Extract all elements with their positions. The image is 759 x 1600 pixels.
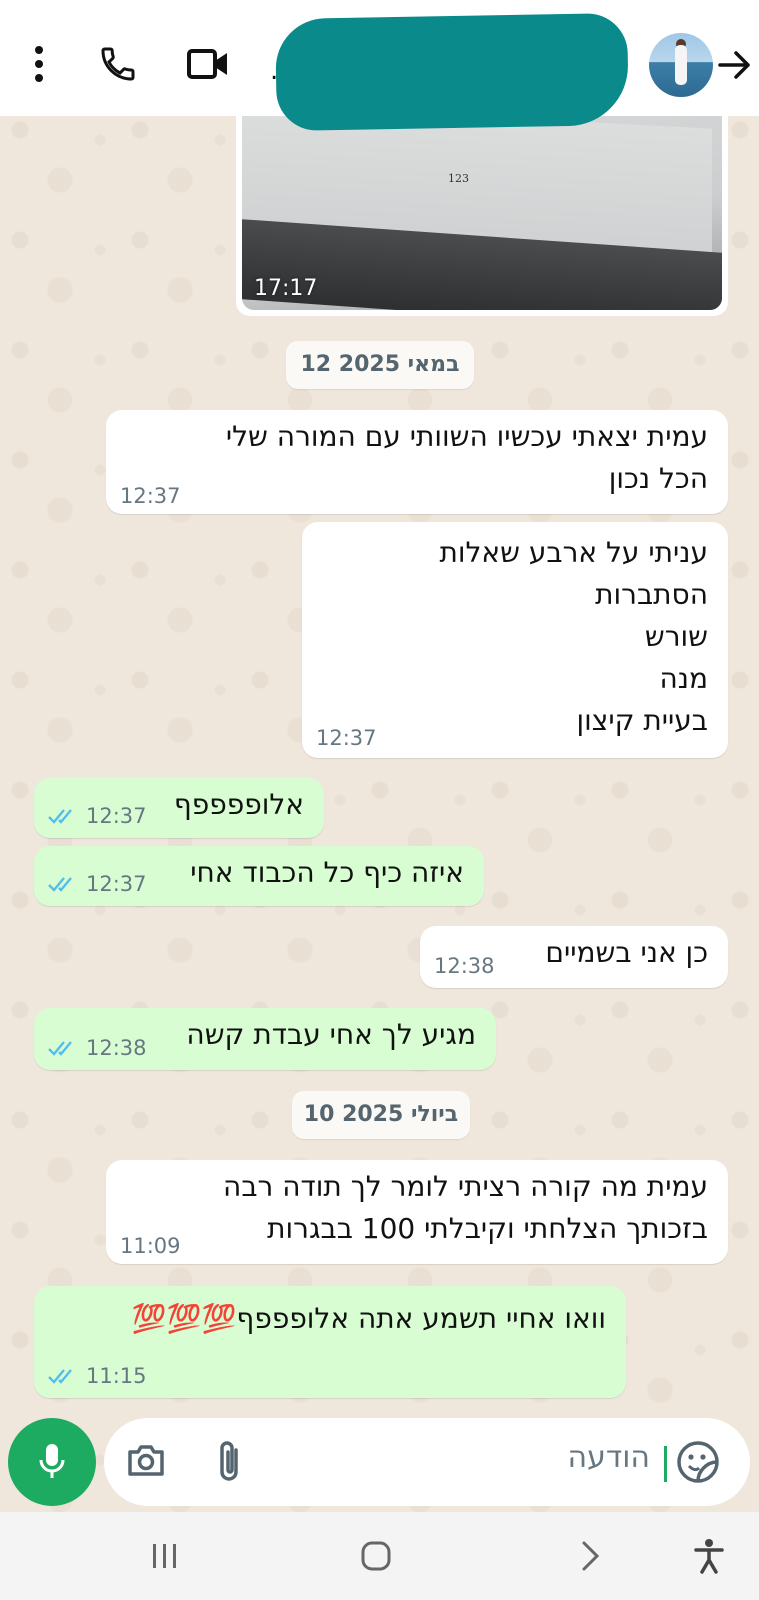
photo-page-number: 123 xyxy=(448,172,469,185)
message-bubble-outgoing[interactable]: וואו אחיי תשמע אתה אלופפפף💯💯💯 11:15 xyxy=(34,1286,626,1398)
camera-icon[interactable] xyxy=(126,1442,166,1478)
message-time: 12:37 xyxy=(316,726,377,750)
image-time: 17:17 xyxy=(254,276,318,301)
message-text: איזה כיף כל הכבוד אחי xyxy=(190,856,464,889)
message-text: עמית יצאתי עכשיו השוותי עם המורה שלי הכל… xyxy=(225,420,708,495)
sticker-icon[interactable] xyxy=(676,1440,720,1484)
back-icon[interactable] xyxy=(580,1540,602,1572)
message-bubble-incoming[interactable]: כן אני בשמיים 12:38 xyxy=(420,926,728,988)
message-time: 12:38 xyxy=(86,1036,147,1060)
phone-icon[interactable] xyxy=(98,44,138,84)
message-bubble-outgoing[interactable]: אלופפפפף 12:37 xyxy=(34,778,324,838)
message-text: אלופפפפף xyxy=(173,788,304,821)
message-text: כן אני בשמיים xyxy=(545,936,708,969)
date-chip: 12 במאי 2025 xyxy=(286,341,474,389)
message-time: 12:38 xyxy=(434,954,495,978)
attach-icon[interactable] xyxy=(214,1438,244,1484)
message-time: 12:37 xyxy=(86,872,147,896)
home-icon[interactable] xyxy=(360,1540,392,1572)
video-icon[interactable] xyxy=(186,46,230,82)
message-bubble-incoming[interactable]: עניתי על ארבע שאלות הסתברות שורש מנה בעי… xyxy=(302,522,728,758)
accessibility-icon[interactable] xyxy=(694,1538,724,1574)
read-ticks-icon xyxy=(48,809,72,824)
message-text: עניתי על ארבע שאלות הסתברות שורש מנה בעי… xyxy=(439,536,708,737)
date-chip: 10 ביולי 2025 xyxy=(292,1091,470,1139)
message-bubble-incoming[interactable]: עמית יצאתי עכשיו השוותי עם המורה שלי הכל… xyxy=(106,410,728,514)
message-bubble-incoming[interactable]: עמית מה קורה רציתי לומר לך תודה רבה בזכו… xyxy=(106,1160,728,1264)
message-time: 11:15 xyxy=(86,1364,147,1388)
text-caret xyxy=(664,1446,667,1482)
read-ticks-icon xyxy=(48,1369,72,1384)
more-vert-icon[interactable] xyxy=(26,44,52,84)
message-text: מגיע לך אחי עבדת קשה xyxy=(186,1018,476,1051)
redacted-contact-name xyxy=(275,12,629,132)
read-ticks-icon xyxy=(48,877,72,892)
message-text: וואו אחיי תשמע אתה אלופפפף💯💯💯 xyxy=(131,1302,606,1335)
system-nav-bar xyxy=(0,1512,759,1600)
message-bubble-outgoing[interactable]: מגיע לך אחי עבדת קשה 12:38 xyxy=(34,1008,496,1070)
mic-icon xyxy=(39,1444,65,1478)
mic-button[interactable] xyxy=(8,1418,96,1506)
message-time: 11:09 xyxy=(120,1234,181,1258)
arrow-right-icon[interactable] xyxy=(718,50,752,80)
message-time: 12:37 xyxy=(86,804,147,828)
message-input[interactable]: הודעה xyxy=(567,1440,650,1475)
read-ticks-icon xyxy=(48,1041,72,1056)
message-bubble-outgoing[interactable]: איזה כיף כל הכבוד אחי 12:37 xyxy=(34,846,484,906)
message-time: 12:37 xyxy=(120,484,181,508)
avatar[interactable] xyxy=(649,33,713,97)
message-input-bar[interactable]: הודעה xyxy=(104,1418,750,1506)
recents-icon[interactable] xyxy=(150,1542,180,1570)
message-text: עמית מה קורה רציתי לומר לך תודה רבה בזכו… xyxy=(223,1170,708,1245)
